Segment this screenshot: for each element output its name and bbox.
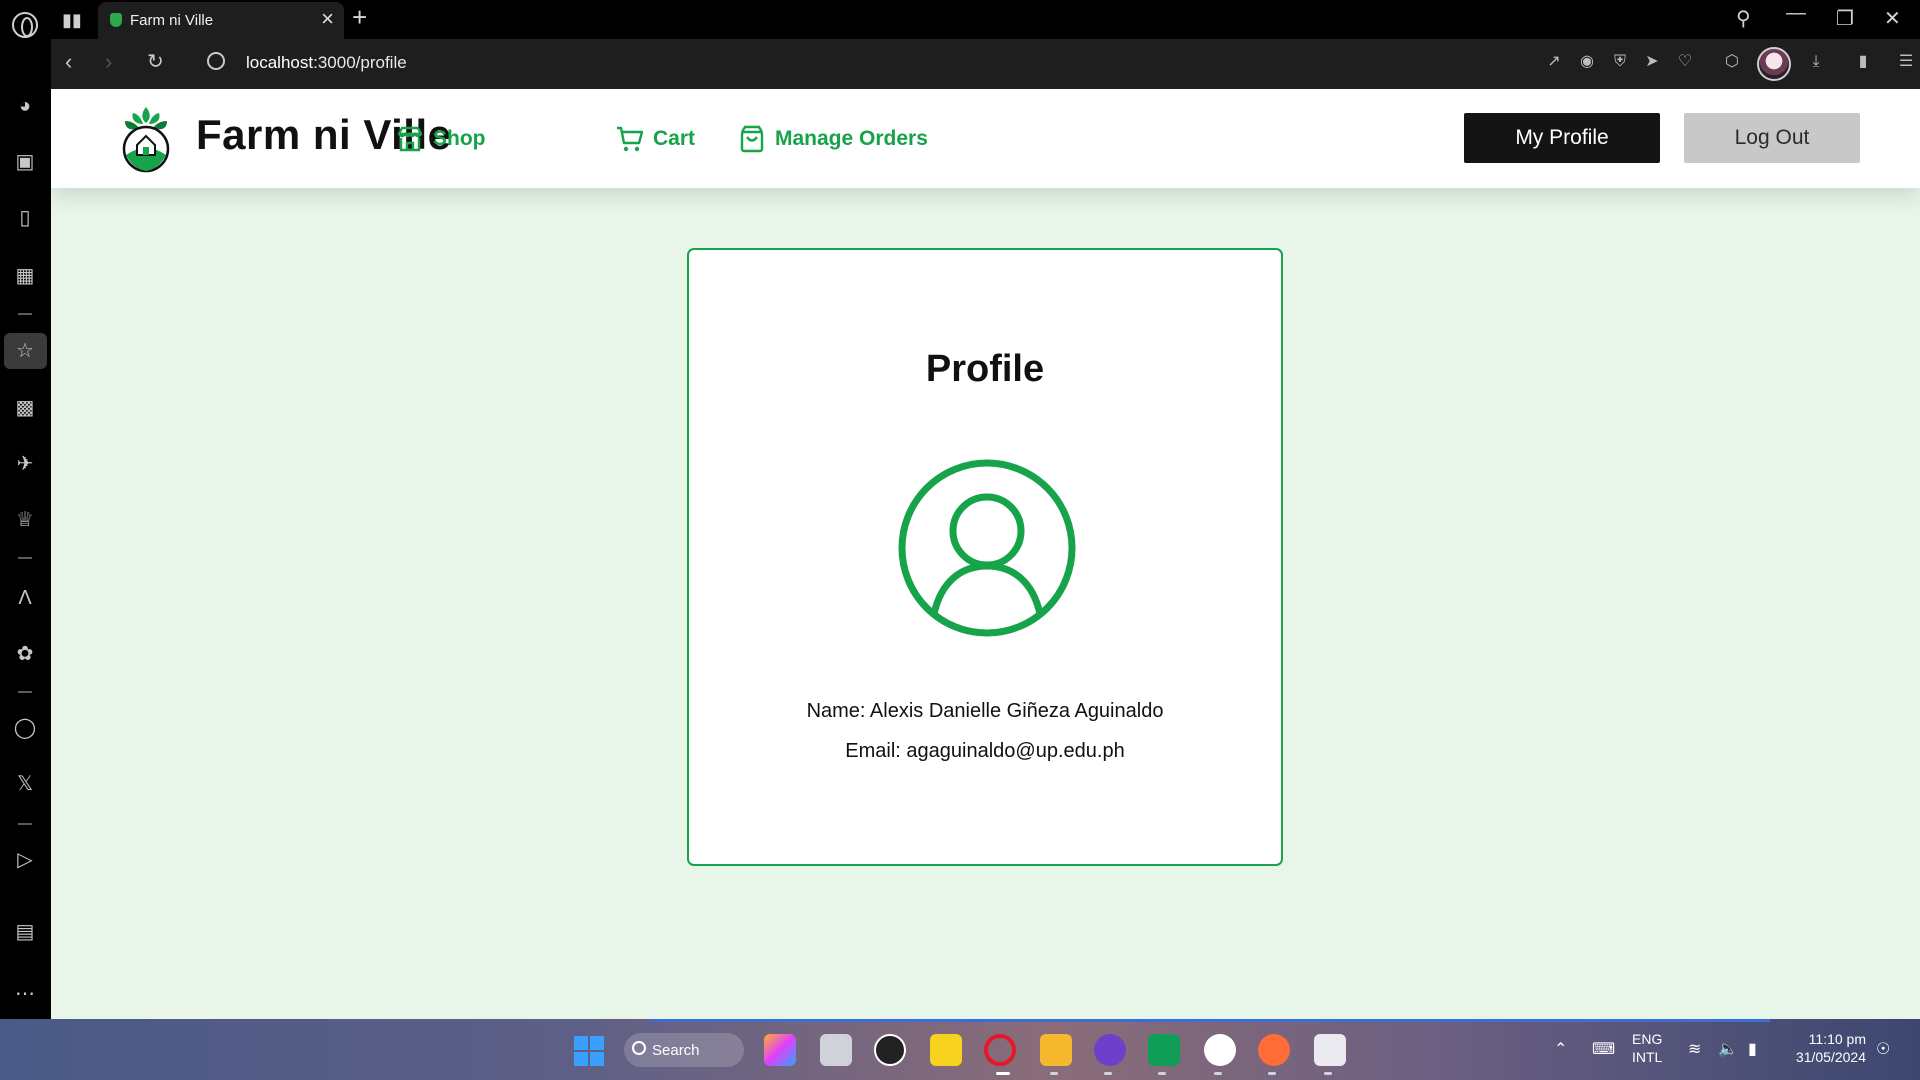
snapshot-icon[interactable]: ◉ — [1578, 53, 1596, 71]
speed-dial-icon[interactable]: ◕ — [12, 93, 38, 119]
farm-logo-icon[interactable] — [119, 103, 173, 175]
airplane-icon[interactable]: ✈ — [12, 451, 38, 477]
tab-close-icon[interactable]: × — [321, 8, 334, 30]
url-field[interactable]: localhost:3000/profile — [246, 53, 407, 73]
browser-titlebar: ▮▮ Farm ni Ville × + ⚲ — ❐ ✕ — [0, 0, 1920, 39]
forward-button[interactable]: › — [105, 51, 112, 73]
chatgpt-icon[interactable]: ✿ — [12, 641, 38, 667]
messenger-icon[interactable]: ◯ — [12, 715, 38, 741]
app-indicator — [1268, 1072, 1276, 1075]
app-indicator — [1324, 1072, 1332, 1075]
x-twitter-icon[interactable]: 𝕏 — [12, 771, 38, 797]
cart-icon — [617, 126, 644, 152]
mongodb-compass-icon[interactable] — [1204, 1034, 1236, 1066]
nav-shop[interactable]: Shop — [395, 123, 486, 155]
keyboard-icon[interactable]: ⌨ — [1592, 1039, 1615, 1059]
shop-icon — [397, 126, 423, 152]
favorite-heart-icon[interactable]: ♡ — [1676, 53, 1694, 71]
profile-title: Profile — [925, 348, 1045, 390]
more-options-icon[interactable]: ⋯ — [12, 981, 38, 1007]
aria-icon[interactable]: Λ — [12, 585, 38, 611]
profile-card: Profile Name: Alexis Danielle Giñeza Agu… — [687, 248, 1283, 866]
site-info-icon[interactable] — [207, 52, 225, 70]
notifications-bell-icon[interactable]: ☉ — [1876, 1039, 1890, 1059]
profile-name: Name: Alexis Danielle Giñeza Aguinaldo — [806, 700, 1164, 722]
app-indicator — [1104, 1072, 1112, 1075]
vscode-icon[interactable] — [1148, 1034, 1180, 1066]
wifi-icon[interactable]: ≋ — [1688, 1039, 1701, 1059]
nav-shop-label: Shop — [433, 127, 486, 150]
nav-manage-orders-label: Manage Orders — [775, 127, 928, 150]
twitch-icon[interactable]: ▯ — [12, 205, 38, 231]
sidebar-separator — [18, 313, 32, 315]
player-icon[interactable]: ▷ — [12, 847, 38, 873]
download-icon[interactable]: ⤓ — [1807, 53, 1825, 71]
search-icon — [632, 1041, 646, 1055]
volume-muted-icon[interactable]: 🔈 — [1718, 1039, 1738, 1059]
file-explorer-icon[interactable] — [1040, 1034, 1072, 1066]
sticky-notes-icon[interactable] — [930, 1034, 962, 1066]
send-icon[interactable]: ➤ — [1643, 53, 1661, 71]
browser-tab[interactable]: Farm ni Ville × — [98, 2, 344, 39]
input-language[interactable]: ENG INTL — [1632, 1030, 1662, 1066]
address-bar: ‹ › ↻ localhost:3000/profile ↗ ◉ ⛨ ➤ ♡ ⬡… — [51, 39, 1920, 89]
battery-saver-icon[interactable]: ▮ — [1854, 53, 1872, 71]
gamepad-icon[interactable]: ▮▮ — [62, 10, 82, 31]
browser-sidebar: ◕ ▣ ▯ ▦ ☆ ▩ ✈ ♕ Λ ✿ ◯ 𝕏 ▷ ▤ ⋯ — [0, 39, 51, 1019]
log-out-button[interactable]: Log Out — [1684, 113, 1860, 163]
sidebar-separator — [18, 557, 32, 559]
clock[interactable]: 11:10 pm 31/05/2024 — [1786, 1030, 1866, 1066]
gallery-icon[interactable]: ▤ — [12, 919, 38, 945]
opera-taskbar-icon[interactable] — [984, 1034, 1016, 1066]
share-icon[interactable]: ↗ — [1545, 53, 1563, 71]
shopping-icon[interactable]: ▣ — [12, 149, 38, 175]
battery-icon[interactable]: ▮ — [1748, 1039, 1757, 1059]
taskbar-search[interactable]: Search — [624, 1033, 744, 1067]
nav-cart[interactable]: Cart — [615, 123, 695, 155]
snipping-tool-icon[interactable] — [1314, 1034, 1346, 1066]
reload-button[interactable]: ↻ — [147, 51, 164, 73]
windows-taskbar: Search ⌃ ⌨ ENG INTL ≋ 🔈 ▮ 11:10 pm 31/05/2… — [0, 1019, 1920, 1080]
minimize-button[interactable]: — — [1786, 2, 1806, 25]
dell-icon[interactable] — [874, 1034, 906, 1066]
opera-menu-icon[interactable] — [12, 12, 38, 38]
site-header: Farm ni Ville Shop Cart Manage Orders My… — [51, 89, 1920, 188]
github-desktop-icon[interactable] — [1094, 1034, 1126, 1066]
taskbar-search-label: Search — [652, 1041, 700, 1059]
task-view-icon[interactable] — [820, 1034, 852, 1066]
tray-overflow-chevron-icon[interactable]: ⌃ — [1554, 1039, 1567, 1059]
vpn-shield-icon[interactable]: ⛨ — [1611, 53, 1629, 71]
app-indicator — [1158, 1072, 1166, 1075]
gamepad-icon[interactable]: ▩ — [12, 395, 38, 421]
app-indicator — [1050, 1072, 1058, 1075]
copilot-icon[interactable] — [764, 1034, 796, 1066]
processor-icon[interactable]: ▦ — [12, 263, 38, 289]
taskbar-highlight — [650, 1019, 1770, 1022]
shopping-bag-icon — [740, 125, 764, 153]
postman-icon[interactable] — [1258, 1034, 1290, 1066]
user-avatar[interactable] — [1757, 47, 1791, 81]
profile-email: Email: agaguinaldo@up.edu.ph — [845, 740, 1125, 762]
site-favicon-icon — [110, 13, 122, 27]
active-app-indicator — [996, 1072, 1010, 1075]
new-tab-button[interactable]: + — [352, 4, 367, 30]
crown-icon[interactable]: ♕ — [12, 507, 38, 533]
close-window-button[interactable]: ✕ — [1884, 6, 1901, 31]
my-profile-button[interactable]: My Profile — [1464, 113, 1660, 163]
nav-cart-label: Cart — [653, 127, 696, 150]
easy-setup-icon[interactable]: ☰ — [1897, 53, 1915, 71]
restore-button[interactable]: ❐ — [1836, 6, 1854, 31]
app-indicator — [1214, 1072, 1222, 1075]
windows-start-icon[interactable] — [574, 1036, 604, 1066]
search-tabs-icon[interactable]: ⚲ — [1736, 6, 1751, 31]
tab-title: Farm ni Ville — [130, 12, 214, 29]
extensions-cube-icon[interactable]: ⬡ — [1723, 53, 1741, 71]
sidebar-separator — [18, 823, 32, 825]
back-button[interactable]: ‹ — [65, 51, 72, 73]
user-circle-icon — [898, 459, 1076, 637]
bookmarks-star-icon[interactable]: ☆ — [12, 338, 38, 364]
page-viewport: Farm ni Ville Shop Cart Manage Orders My… — [51, 89, 1920, 1019]
nav-manage-orders[interactable]: Manage Orders — [737, 123, 928, 155]
sidebar-separator — [18, 691, 32, 693]
